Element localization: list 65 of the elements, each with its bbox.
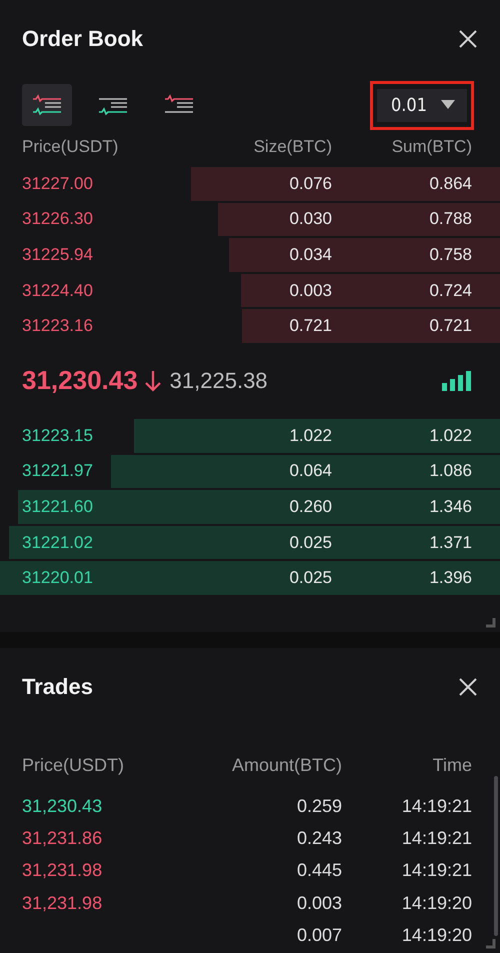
column-header: Price(USDT) [22,755,125,776]
column-header: Sum(BTC) [390,137,472,157]
amount-cell-text: 0.445 [296,860,342,882]
buy-sell-depth-icon [31,93,63,117]
scrollbar[interactable] [494,776,498,936]
size-cell-text: 0.034 [288,244,332,265]
price-cell[interactable]: 31226.30 [22,209,192,230]
time-cell-text: 14:19:21 [400,796,472,817]
price-cell[interactable]: 31225.94 [22,244,192,265]
price-cell-text: 31,231.98 [22,860,104,882]
time-cell-text: 14:19:20 [400,925,472,946]
precision-dropdown[interactable]: 0.01 [376,88,467,122]
arrow-down-icon [144,370,162,392]
column-header: Size(BTC) [252,137,332,157]
column-header: Price(USDT) [22,137,120,157]
price-cell[interactable]: 31221.60 [22,496,192,517]
size-cell-text: 1.022 [288,426,332,446]
signal-bars-icon [442,370,472,391]
sum-cell-text: 0.758 [428,244,472,265]
sum-cell-text: 0.864 [428,174,472,194]
size-cell-text: 0.025 [288,568,332,588]
view-mode-button[interactable] [22,84,72,126]
close-icon[interactable] [458,677,478,697]
price-cell-text: 31,231.86 [22,828,104,850]
time-cell-text: 14:19:21 [400,828,472,850]
amount-cell-text: 0.259 [296,796,342,817]
price-cell[interactable]: 31221.97 [22,461,192,482]
resize-handle-icon[interactable] [484,937,496,949]
sum-cell-text: 0.724 [428,280,472,301]
price-cell[interactable]: 31221.02 [22,532,192,553]
amount-cell-text: 0.243 [296,828,342,850]
amount-cell-text: 0.003 [296,892,342,914]
size-cell-text: 0.076 [288,174,332,194]
last-price: 31,230.43 [22,365,138,396]
caret-icon [441,100,455,110]
mark-price: 31,225.38 [170,368,269,394]
size-cell-text: 0.030 [288,209,332,230]
price-cell[interactable]: 31220.01 [22,568,192,588]
sum-cell-text: 1.346 [428,496,472,517]
resize-handle-icon[interactable] [484,616,496,628]
time-cell-text: 14:19:20 [400,892,472,914]
close-icon[interactable] [458,29,478,49]
sum-cell-text: 0.788 [428,209,472,230]
sum-cell-text: 0.721 [428,316,472,336]
amount-cell-text: 0.007 [296,925,342,946]
price-cell[interactable]: 31224.40 [22,280,192,301]
price-cell[interactable]: 31223.15 [22,426,192,446]
size-cell-text: 0.025 [288,532,332,553]
sum-cell-text: 1.396 [428,568,472,588]
price-cell[interactable]: 31223.16 [22,316,192,336]
size-cell-text: 0.003 [288,280,332,301]
price-cell[interactable]: 31227.00 [22,174,192,194]
size-cell-text: 0.721 [288,316,332,336]
sum-cell-text: 1.086 [428,461,472,482]
column-header: Amount(BTC) [230,755,342,776]
sum-cell-text: 1.371 [428,532,472,553]
time-cell-text: 14:19:21 [400,860,472,882]
size-cell-text: 0.064 [288,461,332,482]
panel-title: Order Book [22,26,144,52]
panel-title: Trades [22,674,93,700]
price-cell-text: 31,231.98 [22,892,104,914]
size-cell-text: 0.260 [288,496,332,517]
price-cell-text: 31,230.43 [22,796,104,817]
column-header: Time [432,755,472,776]
sum-cell-text: 1.022 [428,426,472,446]
